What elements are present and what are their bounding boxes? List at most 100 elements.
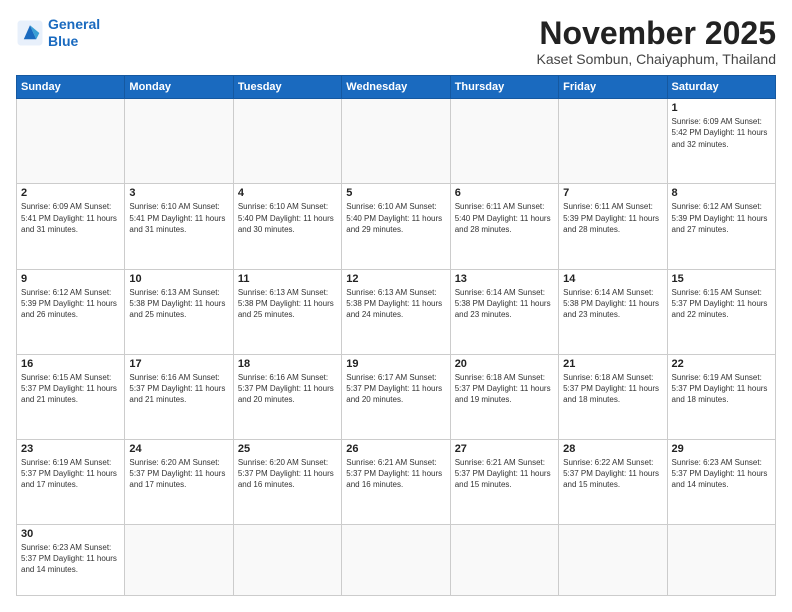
table-row — [342, 99, 450, 184]
table-row — [559, 99, 667, 184]
header-monday: Monday — [125, 76, 233, 99]
table-row: 29 Sunrise: 6:23 AM Sunset: 5:37 PM Dayli… — [667, 439, 775, 524]
table-row — [450, 524, 558, 595]
day-number: 30 — [21, 528, 120, 540]
calendar-table: Sunday Monday Tuesday Wednesday Thursday… — [16, 75, 776, 596]
table-row: 8 Sunrise: 6:12 AM Sunset: 5:39 PM Daylig… — [667, 184, 775, 269]
table-row — [233, 99, 341, 184]
table-row: 26 Sunrise: 6:21 AM Sunset: 5:37 PM Dayli… — [342, 439, 450, 524]
day-number: 15 — [672, 273, 771, 285]
day-number: 20 — [455, 358, 554, 370]
day-number: 24 — [129, 443, 228, 455]
day-info: Sunrise: 6:17 AM Sunset: 5:37 PM Dayligh… — [346, 372, 445, 406]
table-row: 16 Sunrise: 6:15 AM Sunset: 5:37 PM Dayli… — [17, 354, 125, 439]
day-info: Sunrise: 6:11 AM Sunset: 5:40 PM Dayligh… — [455, 201, 554, 235]
logo-line1: General — [48, 16, 100, 32]
table-row: 15 Sunrise: 6:15 AM Sunset: 5:37 PM Dayli… — [667, 269, 775, 354]
table-row: 13 Sunrise: 6:14 AM Sunset: 5:38 PM Dayli… — [450, 269, 558, 354]
day-info: Sunrise: 6:16 AM Sunset: 5:37 PM Dayligh… — [238, 372, 337, 406]
day-info: Sunrise: 6:13 AM Sunset: 5:38 PM Dayligh… — [129, 287, 228, 321]
day-number: 11 — [238, 273, 337, 285]
day-info: Sunrise: 6:16 AM Sunset: 5:37 PM Dayligh… — [129, 372, 228, 406]
day-info: Sunrise: 6:23 AM Sunset: 5:37 PM Dayligh… — [672, 457, 771, 491]
day-info: Sunrise: 6:21 AM Sunset: 5:37 PM Dayligh… — [455, 457, 554, 491]
table-row: 22Sunrise: 6:19 AM Sunset: 5:37 PM Dayli… — [667, 354, 775, 439]
table-row: 17Sunrise: 6:16 AM Sunset: 5:37 PM Dayli… — [125, 354, 233, 439]
day-number: 19 — [346, 358, 445, 370]
table-row — [233, 524, 341, 595]
table-row: 28 Sunrise: 6:22 AM Sunset: 5:37 PM Dayli… — [559, 439, 667, 524]
day-info: Sunrise: 6:09 AM Sunset: 5:41 PM Dayligh… — [21, 201, 120, 235]
table-row: 24 Sunrise: 6:20 AM Sunset: 5:37 PM Dayli… — [125, 439, 233, 524]
day-info: Sunrise: 6:14 AM Sunset: 5:38 PM Dayligh… — [455, 287, 554, 321]
day-info: Sunrise: 6:10 AM Sunset: 5:40 PM Dayligh… — [238, 201, 337, 235]
header-wednesday: Wednesday — [342, 76, 450, 99]
title-block: November 2025 Kaset Sombun, Chaiyaphum, … — [537, 16, 776, 67]
table-row: 7 Sunrise: 6:11 AM Sunset: 5:39 PM Daylig… — [559, 184, 667, 269]
day-number: 23 — [21, 443, 120, 455]
day-number: 27 — [455, 443, 554, 455]
table-row: 19 Sunrise: 6:17 AM Sunset: 5:37 PM Dayli… — [342, 354, 450, 439]
day-number: 28 — [563, 443, 662, 455]
day-info: Sunrise: 6:15 AM Sunset: 5:37 PM Dayligh… — [672, 287, 771, 321]
day-info: Sunrise: 6:19 AM Sunset: 5:37 PM Dayligh… — [21, 457, 120, 491]
day-info: Sunrise: 6:13 AM Sunset: 5:38 PM Dayligh… — [346, 287, 445, 321]
day-info: Sunrise: 6:20 AM Sunset: 5:37 PM Dayligh… — [129, 457, 228, 491]
day-number: 12 — [346, 273, 445, 285]
day-info: Sunrise: 6:18 AM Sunset: 5:37 PM Dayligh… — [455, 372, 554, 406]
table-row: 30 Sunrise: 6:23 AM Sunset: 5:37 PM Dayli… — [17, 524, 125, 595]
subtitle: Kaset Sombun, Chaiyaphum, Thailand — [537, 51, 776, 67]
day-number: 22 — [672, 358, 771, 370]
day-number: 1 — [672, 102, 771, 114]
table-row: 1 Sunrise: 6:09 AM Sunset: 5:42 PM Daylig… — [667, 99, 775, 184]
day-info: Sunrise: 6:10 AM Sunset: 5:40 PM Dayligh… — [346, 201, 445, 235]
logo-icon — [16, 19, 44, 47]
day-info: Sunrise: 6:10 AM Sunset: 5:41 PM Dayligh… — [129, 201, 228, 235]
logo: General Blue — [16, 16, 100, 50]
day-info: Sunrise: 6:11 AM Sunset: 5:39 PM Dayligh… — [563, 201, 662, 235]
day-info: Sunrise: 6:23 AM Sunset: 5:37 PM Dayligh… — [21, 542, 120, 576]
table-row: 18 Sunrise: 6:16 AM Sunset: 5:37 PM Dayli… — [233, 354, 341, 439]
day-info: Sunrise: 6:14 AM Sunset: 5:38 PM Dayligh… — [563, 287, 662, 321]
table-row: 9Sunrise: 6:12 AM Sunset: 5:39 PM Daylig… — [17, 269, 125, 354]
day-number: 2 — [21, 187, 120, 199]
day-number: 18 — [238, 358, 337, 370]
header-saturday: Saturday — [667, 76, 775, 99]
day-number: 10 — [129, 273, 228, 285]
day-info: Sunrise: 6:15 AM Sunset: 5:37 PM Dayligh… — [21, 372, 120, 406]
day-number: 7 — [563, 187, 662, 199]
day-number: 9 — [21, 273, 120, 285]
header-thursday: Thursday — [450, 76, 558, 99]
table-row: 10 Sunrise: 6:13 AM Sunset: 5:38 PM Dayli… — [125, 269, 233, 354]
header-tuesday: Tuesday — [233, 76, 341, 99]
table-row: 27 Sunrise: 6:21 AM Sunset: 5:37 PM Dayli… — [450, 439, 558, 524]
day-info: Sunrise: 6:12 AM Sunset: 5:39 PM Dayligh… — [672, 201, 771, 235]
table-row — [559, 524, 667, 595]
month-title: November 2025 — [537, 16, 776, 51]
day-number: 16 — [21, 358, 120, 370]
table-row: 2 Sunrise: 6:09 AM Sunset: 5:41 PM Daylig… — [17, 184, 125, 269]
day-number: 26 — [346, 443, 445, 455]
day-number: 14 — [563, 273, 662, 285]
day-info: Sunrise: 6:21 AM Sunset: 5:37 PM Dayligh… — [346, 457, 445, 491]
page: General Blue November 2025 Kaset Sombun,… — [0, 0, 792, 612]
table-row: 11Sunrise: 6:13 AM Sunset: 5:38 PM Dayli… — [233, 269, 341, 354]
table-row — [125, 524, 233, 595]
day-number: 4 — [238, 187, 337, 199]
day-info: Sunrise: 6:22 AM Sunset: 5:37 PM Dayligh… — [563, 457, 662, 491]
day-number: 29 — [672, 443, 771, 455]
table-row — [17, 99, 125, 184]
table-row: 3Sunrise: 6:10 AM Sunset: 5:41 PM Daylig… — [125, 184, 233, 269]
day-info: Sunrise: 6:18 AM Sunset: 5:37 PM Dayligh… — [563, 372, 662, 406]
day-number: 6 — [455, 187, 554, 199]
day-number: 25 — [238, 443, 337, 455]
day-info: Sunrise: 6:09 AM Sunset: 5:42 PM Dayligh… — [672, 116, 771, 150]
table-row — [342, 524, 450, 595]
table-row: 12 Sunrise: 6:13 AM Sunset: 5:38 PM Dayli… — [342, 269, 450, 354]
header-sunday: Sunday — [17, 76, 125, 99]
day-number: 13 — [455, 273, 554, 285]
table-row: 20 Sunrise: 6:18 AM Sunset: 5:37 PM Dayli… — [450, 354, 558, 439]
table-row: 25Sunrise: 6:20 AM Sunset: 5:37 PM Dayli… — [233, 439, 341, 524]
day-number: 8 — [672, 187, 771, 199]
table-row — [667, 524, 775, 595]
